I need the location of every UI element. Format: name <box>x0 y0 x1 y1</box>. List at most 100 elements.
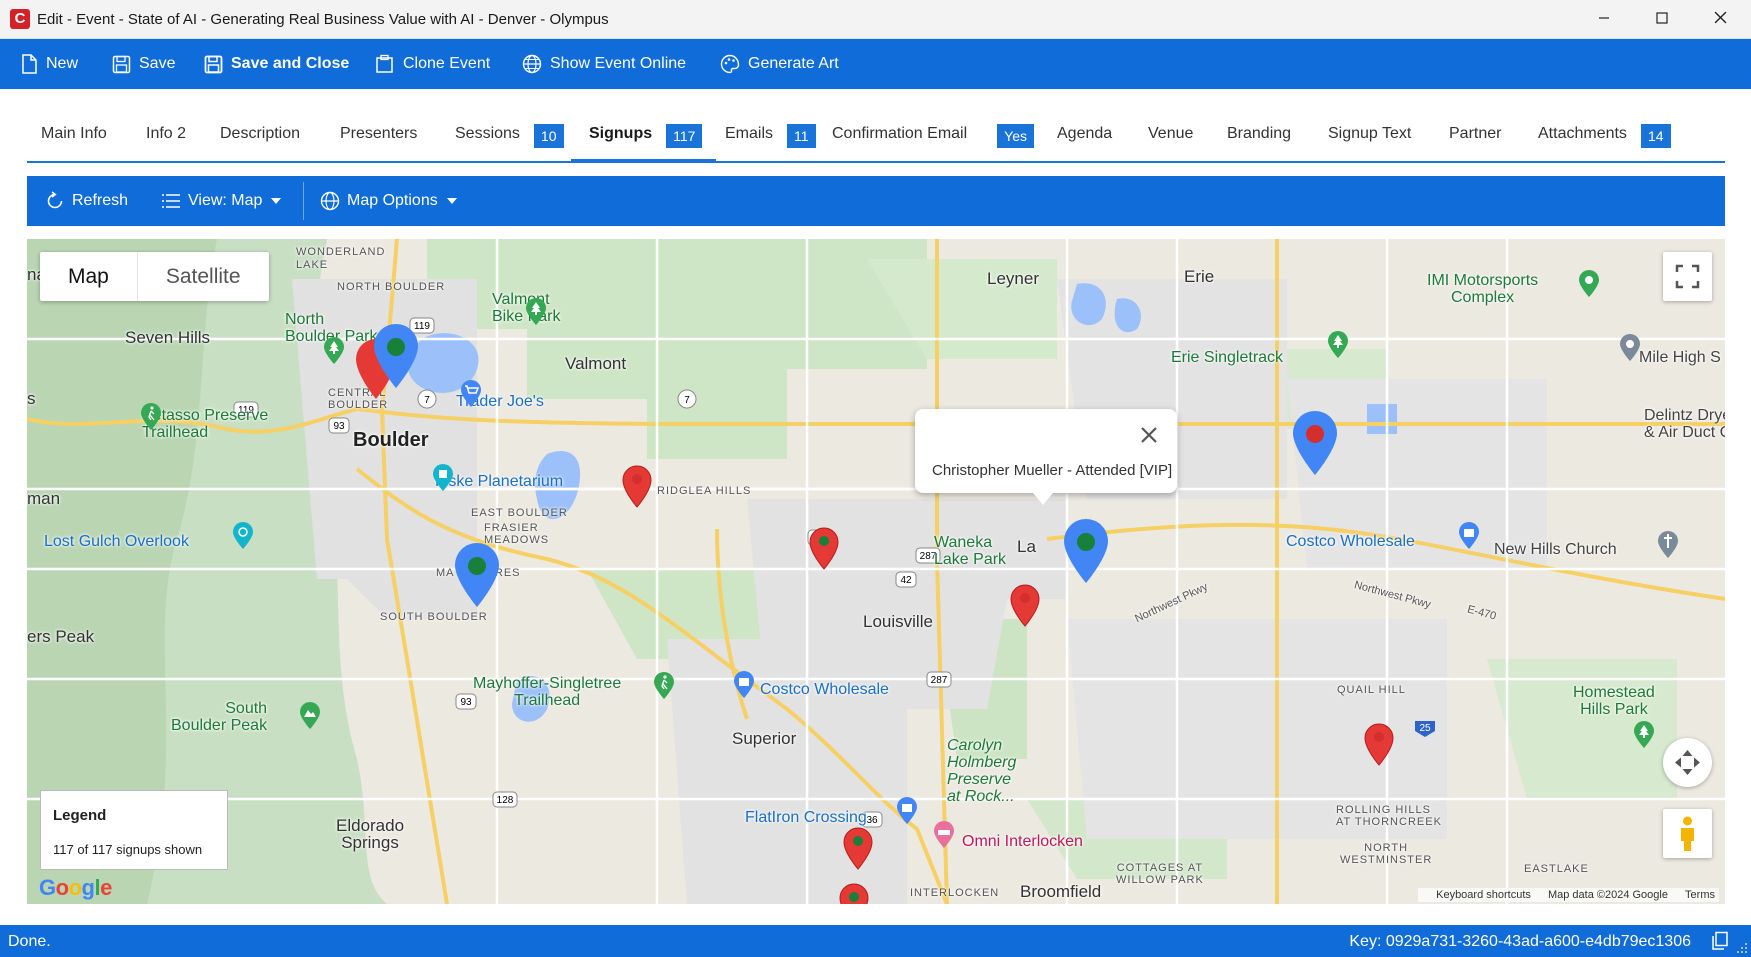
map-options-dropdown[interactable]: Map Options <box>320 176 457 226</box>
map-type-map-button[interactable]: Map <box>40 252 138 301</box>
minimize-button[interactable] <box>1575 0 1633 39</box>
tab-confirmation-email[interactable]: Confirmation Email Yes <box>832 124 1034 161</box>
map-label: Erie Singletrack <box>1171 349 1284 366</box>
terms-link[interactable]: Terms <box>1685 889 1715 901</box>
park-icon[interactable] <box>323 337 345 365</box>
shopping-bag-icon[interactable] <box>896 797 918 825</box>
planetarium-icon[interactable] <box>432 464 454 492</box>
tab-description[interactable]: Description <box>220 125 300 161</box>
map-label: s <box>27 389 36 408</box>
tab-partner[interactable]: Partner <box>1449 125 1501 161</box>
clone-event-button[interactable]: Clone Event <box>375 39 490 89</box>
maximize-button[interactable] <box>1633 0 1691 39</box>
signup-marker-red[interactable] <box>808 527 840 571</box>
tab-signup-text[interactable]: Signup Text <box>1328 125 1411 161</box>
signup-marker-red[interactable] <box>621 465 653 509</box>
map-label: Boulder <box>353 429 429 451</box>
camera-control-button[interactable] <box>1663 738 1712 787</box>
new-button[interactable]: New <box>20 39 78 89</box>
pegman-icon <box>1681 816 1694 851</box>
route-shield: 128 <box>497 795 514 806</box>
fullscreen-button[interactable] <box>1663 252 1712 301</box>
save-and-close-button[interactable]: Save and Close <box>204 39 349 89</box>
refresh-button[interactable]: Refresh <box>45 176 128 226</box>
resize-grip-icon[interactable] <box>1736 942 1748 954</box>
signup-marker-blue[interactable] <box>1290 411 1340 477</box>
map-label: Fiske Planetarium <box>435 473 564 490</box>
map-type-satellite-button[interactable]: Satellite <box>138 252 269 301</box>
shopping-bag-icon[interactable] <box>733 671 755 699</box>
title-bar: C Edit - Event - State of AI - Generatin… <box>0 0 1751 39</box>
close-icon <box>1141 427 1157 443</box>
toolbar-divider <box>303 182 304 220</box>
map-label: La <box>1017 537 1036 556</box>
marker-info-popup: Christopher Mueller - Attended [VIP] <box>915 409 1177 505</box>
tab-label: Main Info <box>41 125 107 142</box>
street-view-pegman[interactable] <box>1663 809 1712 858</box>
map-label: ers Peak <box>27 627 95 646</box>
legend-title: Legend <box>53 807 107 824</box>
park-icon[interactable] <box>1633 721 1655 749</box>
tab-main-info[interactable]: Main Info <box>41 125 107 161</box>
park-icon[interactable] <box>1327 331 1349 359</box>
signup-marker-blue[interactable] <box>452 543 502 609</box>
view-dropdown[interactable]: View: Map <box>161 176 282 226</box>
map-label: NORTH BOULDER <box>337 281 446 293</box>
tab-agenda[interactable]: Agenda <box>1057 125 1112 161</box>
hiking-icon[interactable] <box>140 403 162 431</box>
clone-event-label: Clone Event <box>403 55 491 72</box>
signup-marker-blue[interactable] <box>1061 519 1111 585</box>
camera-icon[interactable] <box>232 522 254 550</box>
park-icon[interactable] <box>525 298 547 326</box>
confirmation-status-badge: Yes <box>997 124 1034 148</box>
map-label: Louisville <box>863 612 933 631</box>
tab-emails[interactable]: Emails 11 <box>725 124 816 161</box>
signup-marker-red[interactable] <box>1363 723 1395 767</box>
hiking-icon[interactable] <box>653 672 675 700</box>
tab-label: Description <box>220 125 301 142</box>
hotel-icon[interactable] <box>933 821 955 849</box>
tab-sessions[interactable]: Sessions 10 <box>455 124 564 161</box>
popup-close-button[interactable] <box>1139 425 1159 445</box>
map-label: EASTLAKE <box>1524 863 1589 875</box>
mountain-icon[interactable] <box>299 702 321 730</box>
map-label: Leyner <box>987 269 1039 288</box>
maximize-icon <box>1656 12 1668 24</box>
fullscreen-icon <box>1675 264 1700 289</box>
tab-presenters[interactable]: Presenters <box>340 125 417 161</box>
signup-marker-blue[interactable] <box>371 324 421 390</box>
signup-marker-red[interactable] <box>1009 584 1041 628</box>
tab-attachments[interactable]: Attachments 14 <box>1538 124 1671 161</box>
shopping-bag-icon[interactable] <box>1458 522 1480 550</box>
map-label: WONDERLAND LAKE <box>296 246 386 271</box>
show-event-online-button[interactable]: Show Event Online <box>522 39 686 89</box>
route-shield: 7 <box>684 395 690 406</box>
window-title: Edit - Event - State of AI - Generating … <box>37 11 609 28</box>
tab-venue[interactable]: Venue <box>1148 125 1193 161</box>
tab-signups[interactable]: Signups 117 <box>570 124 717 163</box>
tab-info-2[interactable]: Info 2 <box>146 125 186 161</box>
shopping-cart-icon[interactable] <box>460 380 482 408</box>
map-label: QUAIL HILL <box>1337 684 1406 696</box>
keyboard-shortcuts-link[interactable]: Keyboard shortcuts <box>1436 889 1531 901</box>
place-icon[interactable] <box>1619 334 1641 362</box>
signup-marker-red[interactable] <box>842 827 874 871</box>
route-shield: 25 <box>1419 723 1431 734</box>
close-window-button[interactable] <box>1691 0 1749 39</box>
route-shield: 287 <box>931 675 948 686</box>
signup-marker-red[interactable] <box>838 883 870 904</box>
minimize-icon <box>1599 17 1609 19</box>
tab-branding[interactable]: Branding <box>1227 125 1291 161</box>
park-icon[interactable] <box>1578 270 1600 298</box>
emails-count-badge: 11 <box>787 124 816 148</box>
attachments-count-badge: 14 <box>1640 124 1671 148</box>
map-label: Delintz Drye & Air Duct Cl <box>1644 407 1725 441</box>
save-button[interactable]: Save <box>112 39 175 89</box>
map-label: Valmont <box>565 354 627 373</box>
signups-map[interactable]: 119 119 7 7 7 93 42 42 287 287 93 128 36… <box>27 239 1725 904</box>
map-label: man <box>27 489 61 508</box>
generate-art-button[interactable]: Generate Art <box>720 39 839 89</box>
church-icon[interactable] <box>1657 531 1679 559</box>
copy-icon[interactable] <box>1711 931 1729 951</box>
popup-tail <box>1033 493 1053 505</box>
